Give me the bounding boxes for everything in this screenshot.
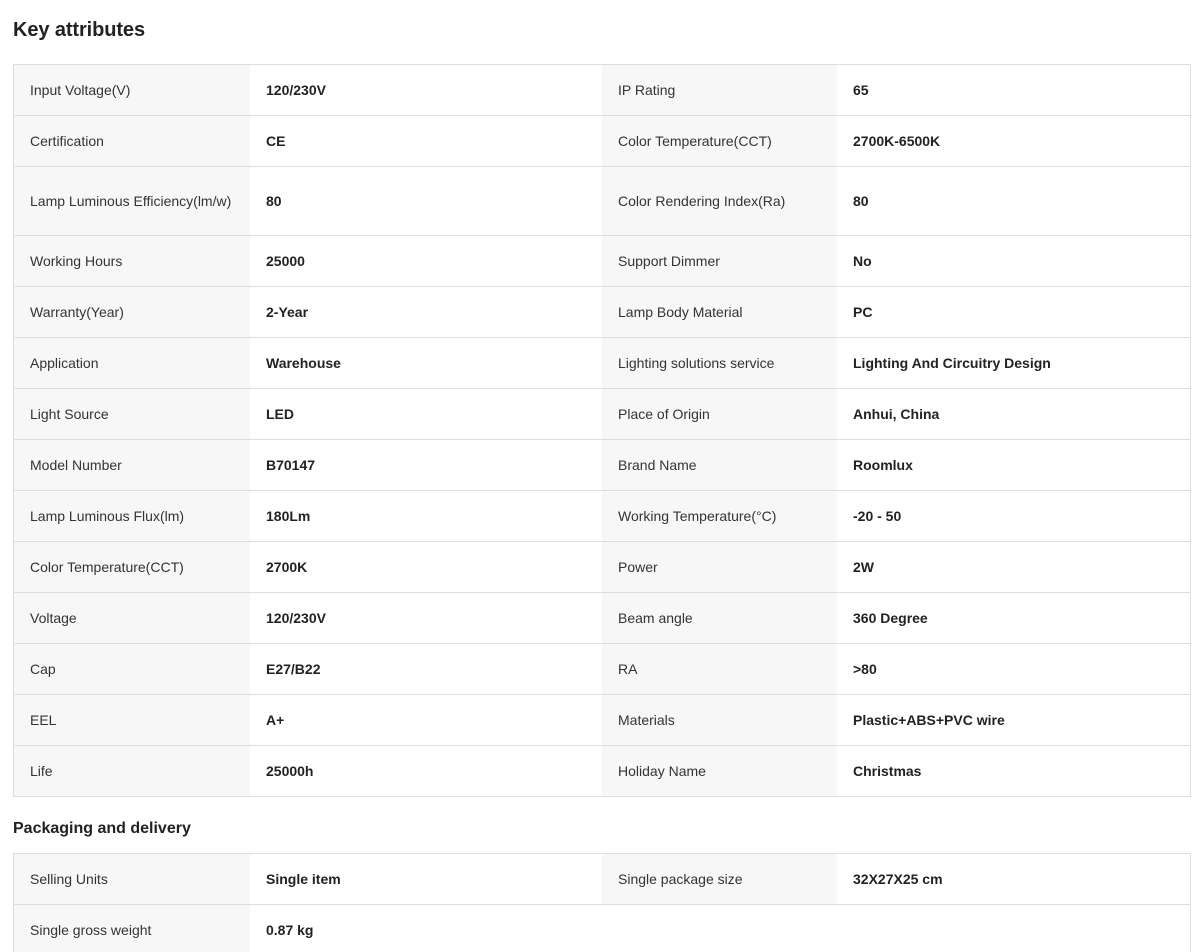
attribute-label: Cap (14, 644, 250, 694)
attribute-value: 2W (837, 542, 1190, 592)
attribute-value: 120/230V (250, 65, 602, 115)
empty-cell (602, 905, 837, 952)
attribute-label: Place of Origin (602, 389, 837, 439)
attribute-value: >80 (837, 644, 1190, 694)
attribute-label: Brand Name (602, 440, 837, 490)
attribute-value: B70147 (250, 440, 602, 490)
attribute-label: Single gross weight (14, 905, 250, 952)
attribute-label: Color Temperature(CCT) (602, 116, 837, 166)
table-row: Model Number B70147 Brand Name Roomlux (14, 440, 1190, 491)
table-row: Input Voltage(V) 120/230V IP Rating 65 (14, 65, 1190, 116)
attribute-value: 80 (250, 167, 602, 235)
table-row: Cap E27/B22 RA >80 (14, 644, 1190, 695)
key-attributes-table: Input Voltage(V) 120/230V IP Rating 65 C… (13, 64, 1191, 797)
attribute-value: 2700K-6500K (837, 116, 1190, 166)
attribute-value: 0.87 kg (250, 905, 602, 952)
attribute-label: Input Voltage(V) (14, 65, 250, 115)
attribute-value: 360 Degree (837, 593, 1190, 643)
attribute-value: 25000 (250, 236, 602, 286)
attribute-value: 25000h (250, 746, 602, 796)
attribute-value: 120/230V (250, 593, 602, 643)
attribute-value: CE (250, 116, 602, 166)
attribute-label: Application (14, 338, 250, 388)
table-row: EEL A+ Materials Plastic+ABS+PVC wire (14, 695, 1190, 746)
attribute-value: LED (250, 389, 602, 439)
attribute-value: Christmas (837, 746, 1190, 796)
key-attributes-title: Key attributes (13, 19, 145, 41)
attribute-label: Beam angle (602, 593, 837, 643)
attribute-label: IP Rating (602, 65, 837, 115)
table-row: Life 25000h Holiday Name Christmas (14, 746, 1190, 797)
table-row: Application Warehouse Lighting solutions… (14, 338, 1190, 389)
empty-cell (837, 905, 1190, 952)
attribute-value: -20 - 50 (837, 491, 1190, 541)
attribute-value: No (837, 236, 1190, 286)
attribute-value: Lighting And Circuitry Design (837, 338, 1190, 388)
attribute-label: Light Source (14, 389, 250, 439)
attribute-value: 180Lm (250, 491, 602, 541)
attribute-label: Lighting solutions service (602, 338, 837, 388)
attribute-label: Single package size (602, 854, 837, 904)
attribute-value: A+ (250, 695, 602, 745)
attribute-value: Single item (250, 854, 602, 904)
attribute-value: 2-Year (250, 287, 602, 337)
attribute-value: Warehouse (250, 338, 602, 388)
table-row: Lamp Luminous Flux(lm) 180Lm Working Tem… (14, 491, 1190, 542)
attribute-label: Voltage (14, 593, 250, 643)
table-row: Selling Units Single item Single package… (14, 854, 1190, 905)
attribute-label: Selling Units (14, 854, 250, 904)
attribute-label: Holiday Name (602, 746, 837, 796)
attribute-value: 80 (837, 167, 1190, 235)
table-row: Lamp Luminous Efficiency(lm/w) 80 Color … (14, 167, 1190, 236)
table-row: Color Temperature(CCT) 2700K Power 2W (14, 542, 1190, 593)
attribute-label: Power (602, 542, 837, 592)
table-row: Voltage 120/230V Beam angle 360 Degree (14, 593, 1190, 644)
table-row: Certification CE Color Temperature(CCT) … (14, 116, 1190, 167)
attribute-label: Life (14, 746, 250, 796)
attribute-label: Lamp Body Material (602, 287, 837, 337)
attribute-label: Color Temperature(CCT) (14, 542, 250, 592)
product-attributes-page: Key attributes Input Voltage(V) 120/230V… (0, 0, 1203, 952)
attribute-label: Certification (14, 116, 250, 166)
attribute-label: Materials (602, 695, 837, 745)
attribute-value: Roomlux (837, 440, 1190, 490)
table-row: Warranty(Year) 2-Year Lamp Body Material… (14, 287, 1190, 338)
table-row: Single gross weight 0.87 kg (14, 905, 1190, 952)
attribute-label: Warranty(Year) (14, 287, 250, 337)
attribute-label: Working Temperature(°C) (602, 491, 837, 541)
attribute-value: 2700K (250, 542, 602, 592)
attribute-value: Plastic+ABS+PVC wire (837, 695, 1190, 745)
packaging-delivery-title: Packaging and delivery (13, 820, 191, 837)
attribute-label: Color Rendering Index(Ra) (602, 167, 837, 235)
attribute-label: Support Dimmer (602, 236, 837, 286)
attribute-value: 65 (837, 65, 1190, 115)
table-row: Light Source LED Place of Origin Anhui, … (14, 389, 1190, 440)
table-row: Working Hours 25000 Support Dimmer No (14, 236, 1190, 287)
attribute-value: Anhui, China (837, 389, 1190, 439)
attribute-label: Lamp Luminous Efficiency(lm/w) (14, 167, 250, 235)
attribute-value: E27/B22 (250, 644, 602, 694)
packaging-table: Selling Units Single item Single package… (13, 853, 1191, 952)
attribute-label: Model Number (14, 440, 250, 490)
attribute-value: 32X27X25 cm (837, 854, 1190, 904)
attribute-label: Working Hours (14, 236, 250, 286)
attribute-value: PC (837, 287, 1190, 337)
attribute-label: EEL (14, 695, 250, 745)
attribute-label: RA (602, 644, 837, 694)
attribute-label: Lamp Luminous Flux(lm) (14, 491, 250, 541)
